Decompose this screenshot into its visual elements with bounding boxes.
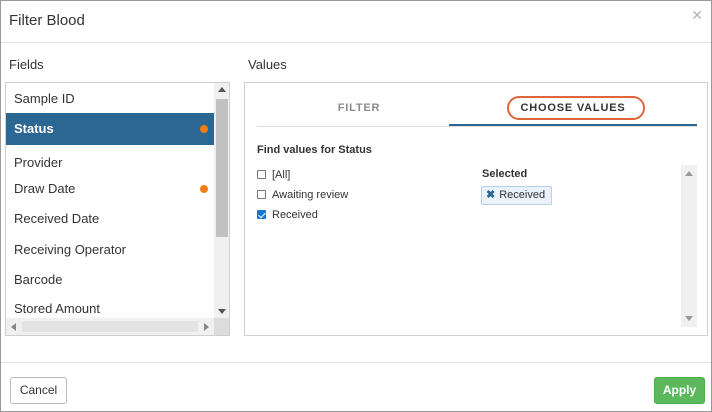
- values-panel: FILTER CHOOSE VALUES Find values for Sta…: [244, 82, 708, 336]
- field-item-label: Provider: [14, 155, 63, 170]
- option-label: [All]: [272, 169, 291, 181]
- option-received[interactable]: Received: [257, 207, 318, 223]
- field-item-label: Draw Date: [14, 181, 76, 196]
- field-item-label: Barcode: [14, 272, 63, 287]
- selected-value-chip: ✖ Received: [481, 186, 553, 205]
- find-values-label: Find values for Status: [257, 144, 372, 156]
- field-item-receiving-operator[interactable]: Receiving Operator: [6, 234, 214, 266]
- dialog-header: Filter Blood ✕: [1, 1, 711, 43]
- option-checkbox-checked[interactable]: [257, 209, 266, 219]
- option-all[interactable]: [All]: [257, 167, 290, 183]
- field-item-label: Receiving Operator: [14, 242, 126, 257]
- tab-filter[interactable]: FILTER: [257, 93, 461, 126]
- scroll-up-arrow-icon[interactable]: [218, 87, 226, 92]
- scroll-left-arrow-icon[interactable]: [11, 323, 16, 331]
- close-icon[interactable]: ✕: [691, 7, 703, 24]
- field-item-stored-amount[interactable]: Stored Amount: [6, 293, 214, 318]
- field-item-label: Stored Amount: [14, 301, 100, 316]
- option-awaiting-review[interactable]: Awaiting review: [257, 187, 348, 203]
- chip-label: Received: [499, 189, 546, 201]
- filter-dialog: Filter Blood ✕ Fields Values Sample ID S…: [0, 0, 712, 412]
- filter-active-dot-icon: [200, 185, 208, 193]
- scrollbar-corner: [214, 318, 229, 335]
- field-item-draw-date[interactable]: Draw Date: [6, 173, 214, 205]
- option-label: Awaiting review: [272, 189, 349, 201]
- field-list: Sample ID Status Provider Draw Date Rece…: [6, 83, 214, 318]
- option-label: Received: [272, 209, 318, 221]
- scroll-down-arrow-icon[interactable]: [218, 309, 226, 314]
- option-checkbox[interactable]: [257, 189, 266, 199]
- tab-choose-values[interactable]: CHOOSE VALUES: [449, 93, 697, 126]
- scrollbar-thumb[interactable]: [216, 99, 228, 237]
- dialog-footer: Cancel Apply: [1, 362, 711, 411]
- remove-x-icon[interactable]: ✖: [486, 189, 495, 201]
- scrollbar-thumb[interactable]: [22, 321, 198, 332]
- scroll-up-arrow-icon[interactable]: [685, 171, 693, 176]
- scroll-down-arrow-icon[interactable]: [685, 316, 693, 321]
- tab-choose-values-label: CHOOSE VALUES: [520, 102, 626, 114]
- fields-horizontal-scrollbar[interactable]: [6, 318, 214, 335]
- field-item-status[interactable]: Status: [6, 113, 214, 145]
- dialog-title: Filter Blood: [9, 12, 85, 29]
- field-item-label: Sample ID: [14, 91, 75, 106]
- option-checkbox[interactable]: [257, 169, 266, 179]
- scroll-right-arrow-icon[interactable]: [204, 323, 209, 331]
- selected-label: Selected: [482, 168, 528, 180]
- cancel-button[interactable]: Cancel: [10, 377, 67, 404]
- filter-active-dot-icon: [200, 125, 208, 133]
- field-item-label: Status: [14, 121, 54, 136]
- fields-label: Fields: [9, 57, 44, 72]
- fields-panel: Sample ID Status Provider Draw Date Rece…: [5, 82, 230, 336]
- fields-vertical-scrollbar[interactable]: [214, 83, 229, 318]
- apply-button[interactable]: Apply: [654, 377, 705, 404]
- field-item-barcode[interactable]: Barcode: [6, 264, 214, 296]
- values-tabs: FILTER CHOOSE VALUES: [257, 93, 697, 127]
- field-item-received-date[interactable]: Received Date: [6, 203, 214, 235]
- field-item-sample-id[interactable]: Sample ID: [6, 83, 214, 115]
- values-vertical-scrollbar[interactable]: [681, 165, 697, 327]
- field-item-label: Received Date: [14, 211, 100, 226]
- values-label: Values: [248, 57, 287, 72]
